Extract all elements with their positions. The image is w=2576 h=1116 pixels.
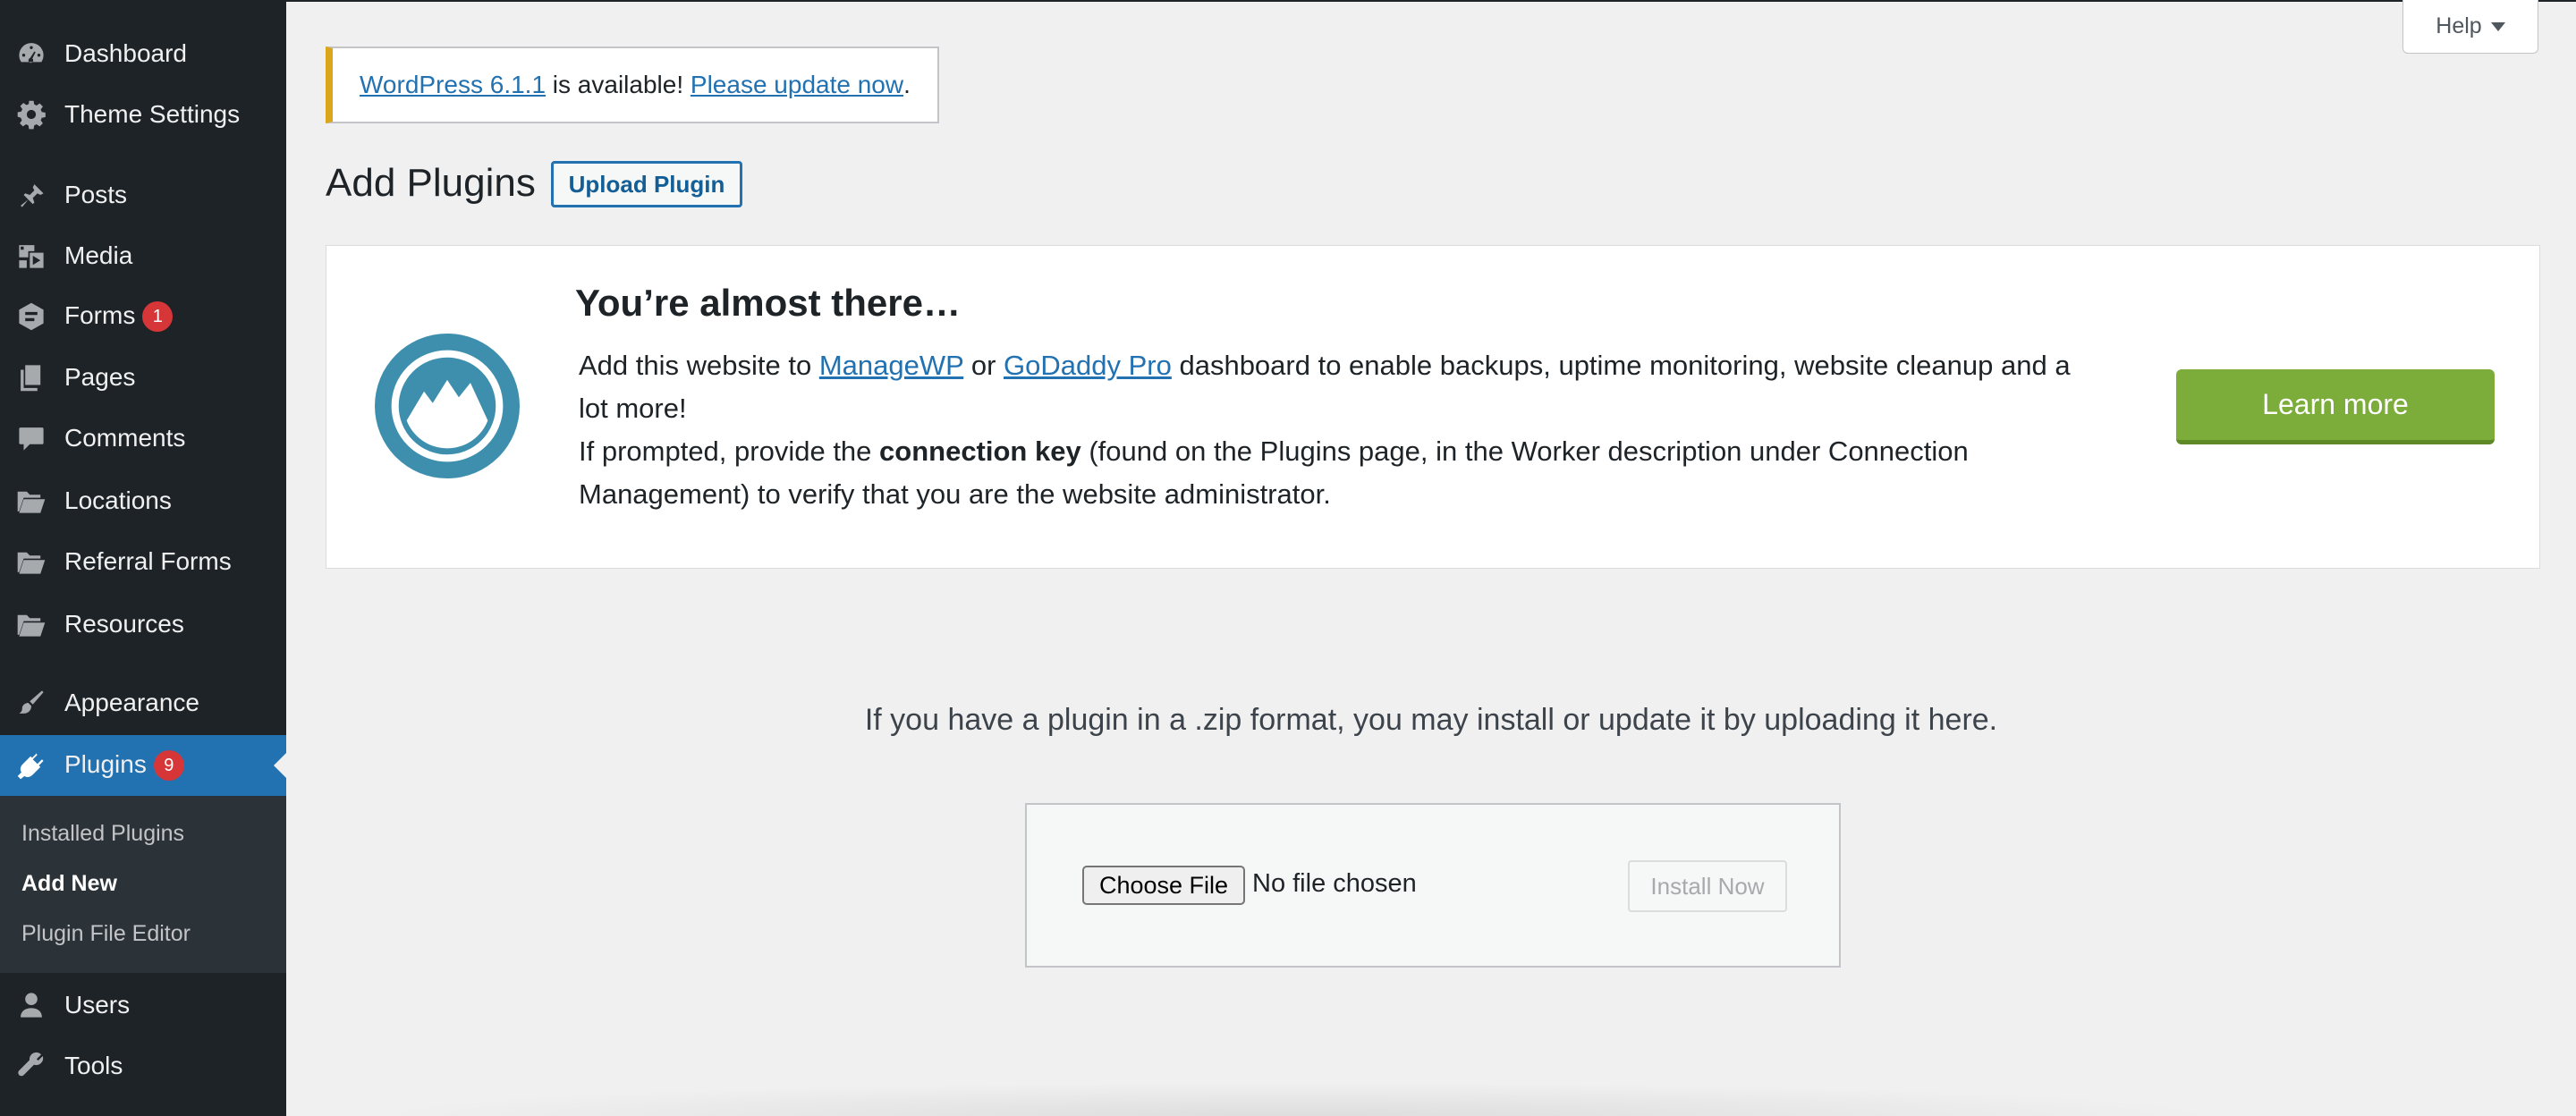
sidebar-item-plugins[interactable]: Plugins 9	[0, 735, 286, 796]
sidebar-item-referral-forms[interactable]: Referral Forms	[0, 531, 286, 592]
sidebar-item-pages[interactable]: Pages	[0, 347, 286, 408]
update-notice: WordPress 6.1.1 is available! Please upd…	[326, 46, 939, 123]
promo-text-part: If prompted, provide the	[579, 435, 880, 467]
managewp-link[interactable]: ManageWP	[819, 350, 963, 381]
sidebar-item-tools[interactable]: Tools	[0, 1036, 286, 1096]
submenu-item-add-new[interactable]: Add New	[21, 871, 117, 897]
notice-text: is available!	[546, 71, 691, 98]
wordpress-version-link[interactable]: WordPress 6.1.1	[360, 71, 546, 99]
sidebar-item-resources[interactable]: Resources	[0, 594, 286, 655]
sidebar-item-label: Pages	[64, 363, 136, 391]
promo-description: Add this website to ManageWP or GoDaddy …	[579, 344, 2099, 516]
paintbrush-icon	[16, 688, 47, 718]
bottom-shadow	[358, 1082, 2236, 1116]
sidebar-item-label: Users	[64, 991, 131, 1019]
help-label: Help	[2436, 13, 2482, 38]
pages-icon	[16, 362, 47, 393]
sidebar-item-media[interactable]: Media	[0, 225, 286, 286]
submenu-item-installed-plugins[interactable]: Installed Plugins	[21, 821, 184, 847]
sidebar-item-appearance[interactable]: Appearance	[0, 672, 286, 733]
plugin-upload-form: Choose File No file chosen Install Now	[1025, 803, 1841, 968]
promo-text-part: or	[963, 350, 1004, 381]
folder-icon	[16, 486, 47, 516]
file-status-text: No file chosen	[1252, 869, 1417, 898]
notification-badge: 1	[142, 301, 174, 333]
update-now-link[interactable]: Please update now	[691, 71, 903, 99]
folder-icon	[16, 546, 47, 577]
sidebar-item-posts[interactable]: Posts	[0, 165, 286, 225]
gear-icon	[16, 99, 47, 130]
sidebar-item-label: Theme Settings	[64, 100, 241, 128]
sidebar-item-forms[interactable]: Forms 1	[0, 286, 286, 347]
sidebar-item-locations[interactable]: Locations	[0, 470, 286, 531]
sidebar-item-label: Referral Forms	[64, 547, 232, 575]
sidebar-item-label: Resources	[64, 610, 184, 638]
promo-title: You’re almost there…	[575, 282, 961, 324]
forms-icon	[16, 301, 47, 332]
submenu-item-plugin-file-editor[interactable]: Plugin File Editor	[21, 921, 191, 947]
page-title: Add Plugins	[326, 161, 536, 205]
wrench-icon	[16, 1051, 47, 1081]
connection-key-text: connection key	[879, 435, 1081, 467]
sidebar-item-label: Comments	[64, 424, 186, 452]
sidebar-item-label: Media	[64, 241, 133, 269]
sidebar-item-label: Dashboard	[64, 39, 187, 67]
media-icon	[16, 241, 47, 271]
sidebar-item-label: Plugins	[64, 749, 147, 778]
learn-more-button[interactable]: Learn more	[2176, 369, 2495, 444]
sidebar-item-users[interactable]: Users	[0, 975, 286, 1036]
godaddy-pro-link[interactable]: GoDaddy Pro	[1004, 350, 1172, 381]
upload-instructions: If you have a plugin in a .zip format, y…	[864, 703, 1998, 737]
managewp-logo-icon	[375, 334, 520, 478]
choose-file-button[interactable]: Choose File	[1082, 866, 1245, 905]
sidebar-item-label: Posts	[64, 181, 128, 208]
sidebar-item-theme-settings[interactable]: Theme Settings	[0, 84, 286, 145]
dashboard-icon	[16, 38, 47, 69]
sidebar-item-label: Locations	[64, 486, 172, 514]
folder-icon	[16, 609, 47, 639]
sidebar-item-dashboard[interactable]: Dashboard	[0, 23, 286, 84]
update-count-badge: 9	[153, 750, 184, 782]
sidebar-item-label: Appearance	[64, 689, 200, 716]
notice-period: .	[903, 71, 911, 98]
plugin-icon	[16, 750, 47, 781]
sidebar-item-label: Tools	[64, 1052, 123, 1079]
install-now-button[interactable]: Install Now	[1628, 860, 1787, 912]
plugins-submenu: Installed Plugins Add New Plugin File Ed…	[0, 796, 286, 973]
user-icon	[16, 990, 47, 1020]
sidebar-item-comments[interactable]: Comments	[0, 408, 286, 469]
managewp-promo-card: You’re almost there… Add this website to…	[326, 245, 2540, 569]
upload-plugin-button[interactable]: Upload Plugin	[551, 161, 742, 207]
sidebar-item-label: Forms	[64, 300, 136, 329]
admin-sidebar: Dashboard Theme Settings Posts Media For…	[0, 0, 286, 1116]
caret-down-icon	[2490, 21, 2505, 31]
promo-text-part: Add this website to	[579, 350, 819, 381]
comment-icon	[16, 423, 47, 453]
current-menu-arrow	[274, 753, 286, 778]
admin-bar-edge	[286, 0, 2576, 2]
help-tab-button[interactable]: Help	[2402, 0, 2538, 54]
pushpin-icon	[16, 180, 47, 210]
